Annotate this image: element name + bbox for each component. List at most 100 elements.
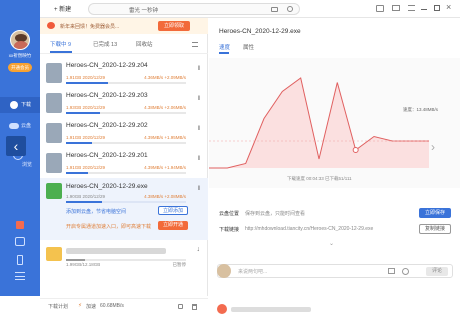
download-item[interactable]: Heroes-CN_2020-12-29.z03 1.93GB 2020/12/2… xyxy=(40,88,208,120)
phone-icon[interactable] xyxy=(17,255,23,265)
download-size-value: 1.91GB xyxy=(66,75,82,80)
speed-area xyxy=(209,78,429,168)
download-progress-bar xyxy=(66,112,186,114)
maximize-icon[interactable] xyxy=(434,5,440,11)
search-icon[interactable] xyxy=(287,6,293,12)
tab-menu-icon[interactable] xyxy=(192,42,198,47)
detail-pane: Heroes-CN_2020-12-29.exe 速度 属性 速度：13.48M… xyxy=(209,18,460,314)
download-size-value: 1.91GB xyxy=(66,135,82,140)
tab-completed-count: 13 xyxy=(111,42,118,48)
detail-tab-speed[interactable]: 速度 xyxy=(219,43,230,51)
new-button[interactable]: + 新建 xyxy=(54,4,71,13)
detail-tab-properties[interactable]: 属性 xyxy=(243,43,254,51)
download-boost-value: +2.09MB/s xyxy=(164,75,186,80)
download-icon xyxy=(10,101,18,109)
download-progress-bar xyxy=(66,82,186,84)
image-icon[interactable] xyxy=(388,268,395,274)
gift-icon[interactable] xyxy=(16,221,24,229)
tab-downloading-count: 9 xyxy=(68,42,72,48)
active-size-value: 1.90GB xyxy=(66,194,82,199)
vip-button[interactable]: 开通会员 xyxy=(8,63,32,72)
download-resume-icon[interactable]: ↓ xyxy=(197,246,201,253)
tab-completed-label: 已完成 xyxy=(93,42,110,48)
chart-next-icon[interactable]: › xyxy=(431,140,435,154)
cloud-save-button[interactable]: 立即保存 xyxy=(419,208,451,218)
footer-speed-label: 加速 xyxy=(86,304,97,310)
menu-icon[interactable] xyxy=(408,5,415,11)
download-size: 1.93GB 2020/12/29 xyxy=(66,105,105,110)
paused-download-item[interactable]: 1.99GB/12.18GB 已暂停 ↓ xyxy=(40,242,208,276)
vip-tip: 开启专属通道加速入口，即可高速下载 xyxy=(66,224,152,230)
nav-download-label: 下载 xyxy=(21,102,32,108)
promo-icon xyxy=(47,22,55,29)
detail-tab-indicator xyxy=(219,52,229,54)
expand-chevron-icon[interactable]: ⌄ xyxy=(329,240,334,247)
chart-stats: 下载速度 00:04:33 已下载51/111 xyxy=(287,176,352,181)
cloud-tip: 添加到云盘，节省电脑空间 xyxy=(66,209,127,215)
download-item[interactable]: Heroes-CN_2020-12-29.z01 1.91GB 2020/12/2… xyxy=(40,148,208,180)
search-box[interactable]: 雷光 一秒钟 xyxy=(88,3,300,15)
mail-icon[interactable] xyxy=(392,5,400,11)
nav-download[interactable]: 下载 xyxy=(0,97,40,113)
nav-cloud[interactable]: 云盘 xyxy=(0,118,40,134)
cloud-add-button[interactable]: 立即添加 xyxy=(158,206,188,215)
lock-icon[interactable] xyxy=(178,304,183,309)
download-boost-value: +1.95MB/s xyxy=(164,135,186,140)
pause-icon[interactable]: ǁ xyxy=(198,66,200,72)
download-item[interactable]: Heroes-CN_2020-12-29.z04 1.91GB 2020/12/2… xyxy=(40,58,208,90)
download-size: 1.91GB 2020/12/29 xyxy=(66,135,105,140)
footer-plan-label[interactable]: 下载计划 xyxy=(48,303,68,310)
menu-icon[interactable] xyxy=(15,272,25,280)
collapse-button[interactable]: ‹ xyxy=(6,136,26,156)
avatar[interactable] xyxy=(10,30,30,50)
file-icon xyxy=(46,153,62,173)
cloud-location-row: 云盘位置 保存到云盘，只能时间查看 立即保存 xyxy=(209,208,460,222)
paused-size: 1.99GB/12.18GB xyxy=(66,262,101,267)
tab-bar: 下载中 9 已完成 13 回收站 xyxy=(40,36,208,54)
file-icon xyxy=(46,63,62,83)
download-boost-value: +2.06MB/s xyxy=(164,105,186,110)
download-speed: 4.39MB/s +1.95MB/s xyxy=(144,135,186,140)
blurred-name xyxy=(66,248,166,254)
search-input[interactable]: 雷光 一秒钟 xyxy=(129,6,158,14)
cloud-location-label: 云盘位置 xyxy=(219,211,240,217)
sidebar: xx祈然映竹 开通会员 下载 云盘 浏览 ‹ xyxy=(0,0,40,296)
active-download-item[interactable]: Heroes-CN_2020-12-29.exe 1.90GB 2020/12/… xyxy=(40,178,208,240)
comment-input[interactable]: 来说两句吧... xyxy=(238,268,267,275)
download-link-label: 下载链接 xyxy=(219,227,240,233)
minimize-icon[interactable] xyxy=(421,9,427,10)
pause-icon[interactable]: ǁ xyxy=(198,156,200,162)
download-speed: 4.39MB/s +1.94MB/s xyxy=(144,165,186,170)
download-name: Heroes-CN_2020-12-29.z04 xyxy=(66,62,148,69)
pause-icon[interactable]: ǁ xyxy=(198,96,200,102)
folder-icon xyxy=(46,247,62,261)
download-link-value[interactable]: http://mhdownload.tiancity.cn/Heroes-CN_… xyxy=(245,226,373,232)
tab-active-indicator xyxy=(50,51,72,53)
vip-open-button[interactable]: 立即开通 xyxy=(158,221,188,230)
comment-send-button[interactable]: 评论 xyxy=(426,267,448,276)
download-link-row: 下载链接 http://mhdownload.tiancity.cn/Heroe… xyxy=(209,224,460,238)
robot-icon[interactable] xyxy=(15,237,25,246)
folder-icon[interactable] xyxy=(271,7,278,12)
download-speed: 4.36MB/s +2.09MB/s xyxy=(144,75,186,80)
speed-point xyxy=(352,147,359,153)
tab-completed[interactable]: 已完成 13 xyxy=(93,40,117,48)
current-speed-label: 速度：13.48MB/s xyxy=(403,107,439,112)
tab-recycle[interactable]: 回收站 xyxy=(136,40,153,48)
download-size: 1.91GB 2020/12/29 xyxy=(66,75,105,80)
pause-icon[interactable]: ǁ xyxy=(198,126,200,132)
trash-icon[interactable] xyxy=(192,304,197,310)
download-size-value: 1.91GB xyxy=(66,165,82,170)
tab-downloading[interactable]: 下载中 9 xyxy=(50,40,71,48)
download-size-value: 1.93GB xyxy=(66,105,82,110)
download-item[interactable]: Heroes-CN_2020-12-29.z02 1.91GB 2020/12/2… xyxy=(40,118,208,150)
promo-button[interactable]: 立即领取 xyxy=(158,21,190,31)
download-speed-value: 4.38MB/s xyxy=(144,105,164,110)
close-icon[interactable]: × xyxy=(446,2,451,12)
pause-icon[interactable]: ǁ xyxy=(198,186,200,192)
shirt-icon[interactable] xyxy=(376,5,384,12)
copy-link-button[interactable]: 复制链接 xyxy=(419,224,451,234)
download-name: Heroes-CN_2020-12-29.z02 xyxy=(66,122,148,129)
emoji-icon[interactable] xyxy=(402,268,409,275)
file-icon xyxy=(46,123,62,143)
